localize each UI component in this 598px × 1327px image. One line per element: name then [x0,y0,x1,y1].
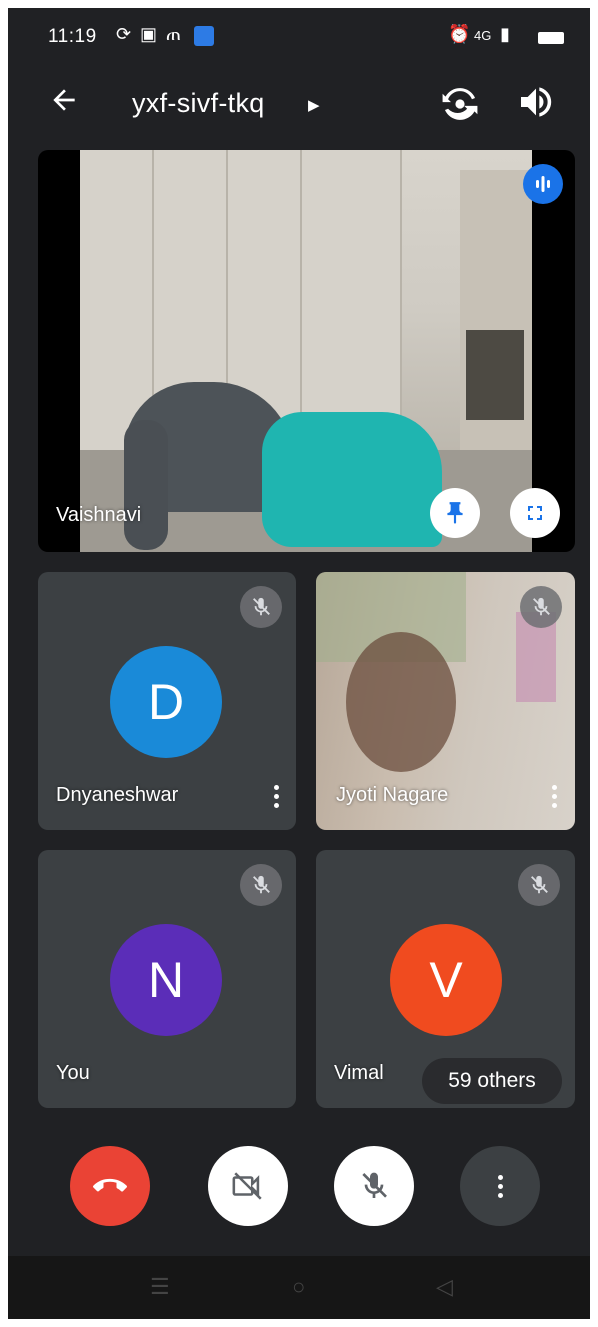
avatar: V [390,924,502,1036]
fullscreen-button[interactable] [510,488,560,538]
avatar: D [110,646,222,758]
muted-indicator [240,864,282,906]
hang-up-icon [93,1178,127,1192]
network-icon: 4G [474,28,492,43]
call-header: yxf-sivf-tkq ▶ [8,70,590,140]
participant-name: You [56,1062,90,1084]
status-time: 11:19 [48,26,97,47]
mic-off-icon [362,1172,387,1198]
participant-name: Dnyaneshwar [56,784,179,806]
muted-indicator [240,586,282,628]
participant-tile[interactable]: Jyoti Nagare [316,572,575,830]
caret-right-icon[interactable]: ▶ [308,96,320,114]
more-options-button[interactable] [544,776,564,816]
muted-indicator [520,586,562,628]
speaker-icon [521,87,552,117]
self-tile[interactable]: N You [38,850,296,1108]
mic-off-icon [531,875,548,894]
more-options-button[interactable] [460,1146,540,1226]
mic-toggle-button[interactable] [334,1146,414,1226]
video-off-icon [232,1172,262,1200]
app-notification-icon: ጠ [166,24,181,44]
recent-apps-icon[interactable]: ☰ [150,1274,170,1300]
sync-icon: ⟳ [116,24,132,44]
mic-off-icon [253,875,270,894]
meeting-code[interactable]: yxf-sivf-tkq [132,88,265,119]
audio-level-icon [536,176,550,192]
speaking-indicator [523,164,563,204]
battery-icon [538,32,564,44]
more-options-button[interactable] [266,776,286,816]
participant-name: Jyoti Nagare [336,784,449,806]
pin-icon [447,502,463,524]
pin-button[interactable] [430,488,480,538]
camera-switch-icon [442,88,478,120]
back-button[interactable] [48,84,88,124]
alarm-icon: ⏰ [448,24,471,44]
camera-toggle-button[interactable] [208,1146,288,1226]
switch-camera-button[interactable] [438,82,482,126]
mic-off-icon [533,597,550,616]
fullscreen-icon [528,506,542,520]
phone-screen: 11:19 ⟳ ▣ ጠ ⏰ 4G ▮ yxf-sivf-tkq ▶ Vaishn… [8,8,590,1319]
nav-back-icon[interactable]: ◁ [436,1274,453,1300]
main-video-tile[interactable]: Vaishnavi [38,150,575,552]
signal-icon: ▮ [500,24,510,44]
status-bar: 11:19 ⟳ ▣ ጠ ⏰ 4G ▮ [8,8,590,70]
audio-output-button[interactable] [516,82,560,126]
participant-name: Vimal [334,1062,384,1084]
gallery-icon: ▣ [140,24,158,44]
muted-indicator [518,864,560,906]
end-call-button[interactable] [70,1146,150,1226]
mic-off-icon [253,597,270,616]
meet-notification-icon [194,26,214,46]
participant-name: Vaishnavi [56,504,142,526]
more-vert-icon [490,1166,510,1206]
others-badge[interactable]: 59 others [422,1058,562,1104]
arrow-left-icon [53,89,75,111]
home-icon[interactable]: ○ [292,1274,305,1300]
system-nav-bar: ☰ ○ ◁ [8,1256,590,1319]
participant-tile[interactable]: D Dnyaneshwar [38,572,296,830]
avatar: N [110,924,222,1036]
